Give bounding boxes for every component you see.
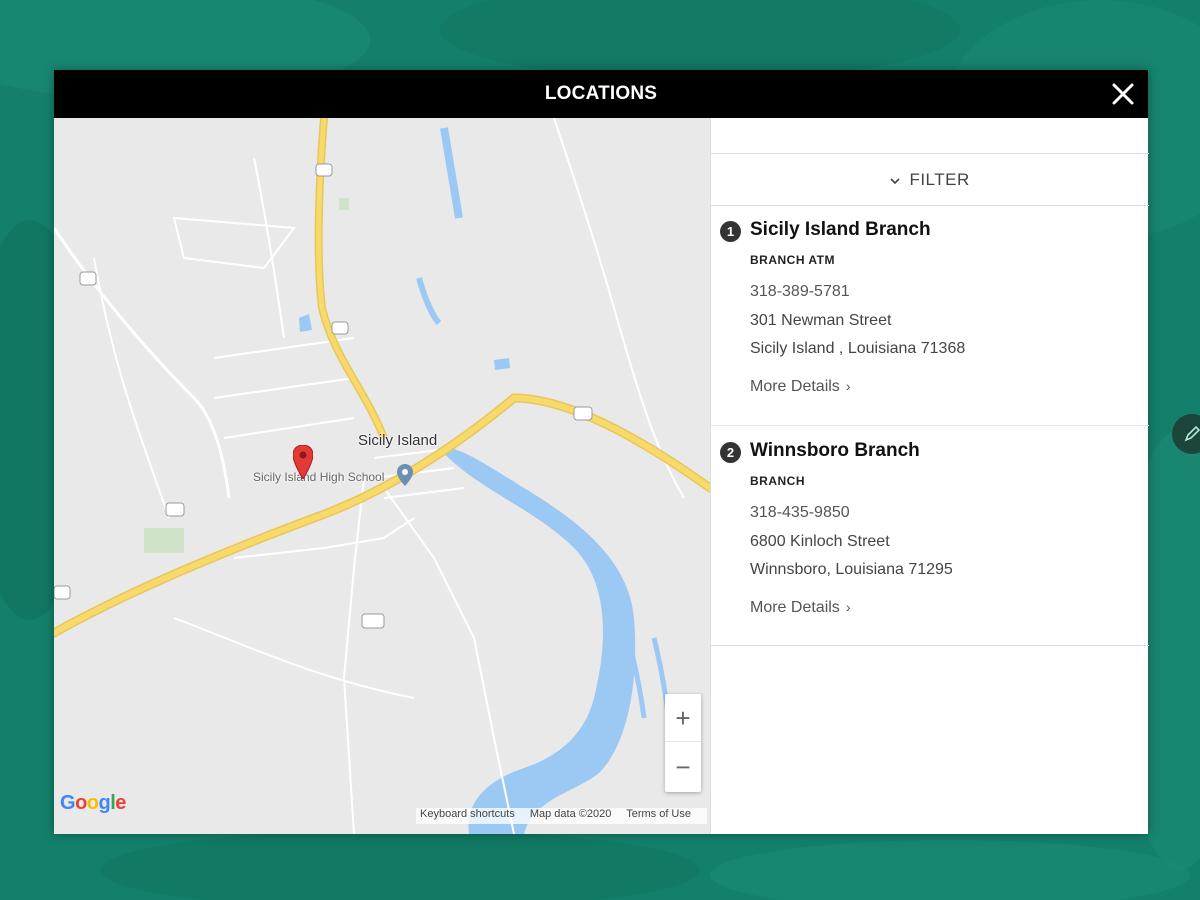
location-number-badge: 1: [720, 221, 741, 242]
location-city: Winnsboro, Louisiana 71295: [750, 561, 953, 578]
location-city: Sicily Island , Louisiana 71368: [750, 340, 966, 357]
close-button[interactable]: [1110, 81, 1136, 107]
keyboard-shortcuts-link[interactable]: Keyboard shortcuts: [420, 808, 515, 820]
modal-header: LOCATIONS: [54, 70, 1148, 118]
pencil-icon: [1184, 425, 1200, 442]
location-phone[interactable]: 318-389-5781: [750, 283, 850, 301]
location-item[interactable]: 1 Sicily Island Branch BRANCH ATM 318-38…: [711, 206, 1149, 426]
location-street: 301 Newman Street: [750, 312, 892, 329]
more-details-label: More Details: [750, 378, 840, 395]
close-icon: [1112, 83, 1134, 105]
filter-label: FILTER: [909, 170, 970, 189]
location-type: BRANCH: [750, 474, 805, 488]
location-type: BRANCH ATM: [750, 253, 835, 267]
location-phone[interactable]: 318-435-9850: [750, 504, 850, 522]
school-place-icon[interactable]: [397, 464, 413, 486]
location-name[interactable]: Sicily Island Branch: [750, 219, 931, 241]
zoom-control: + −: [665, 694, 701, 792]
zoom-in-button[interactable]: +: [665, 694, 701, 742]
zoom-out-button[interactable]: −: [665, 743, 701, 791]
google-logo: Google: [60, 792, 126, 814]
panel-top-spacer: [711, 118, 1149, 154]
more-details-label: More Details: [750, 599, 840, 616]
school-label: Sicily Island High School: [253, 470, 385, 484]
location-number-badge: 2: [720, 442, 741, 463]
location-marker-icon[interactable]: [293, 445, 313, 479]
map-footer: Keyboard shortcuts Map data ©2020 Terms …: [416, 808, 707, 824]
modal-title: LOCATIONS: [544, 83, 658, 104]
chevron-right-icon: ›: [845, 378, 851, 394]
map-view[interactable]: Sicily Island Sicily Island High School …: [54, 118, 710, 834]
more-details-link[interactable]: More Details ›: [750, 378, 850, 396]
map-data-text: Map data ©2020: [529, 808, 612, 820]
more-details-link[interactable]: More Details ›: [750, 599, 850, 617]
filter-toggle[interactable]: FILTER: [711, 154, 1149, 206]
terms-link[interactable]: Terms of Use: [626, 808, 691, 820]
town-label: Sicily Island: [358, 432, 438, 449]
chevron-right-icon: ›: [845, 599, 851, 615]
location-name[interactable]: Winnsboro Branch: [750, 440, 920, 462]
locations-modal: LOCATIONS Sicily Island Sicily Island Hi…: [54, 70, 1149, 834]
locations-panel: FILTER 1 Sicily Island Branch BRANCH ATM…: [710, 118, 1149, 834]
location-street: 6800 Kinloch Street: [750, 533, 890, 550]
chevron-down-icon: [890, 177, 900, 184]
location-item[interactable]: 2 Winnsboro Branch BRANCH 318-435-9850 6…: [711, 427, 1149, 646]
